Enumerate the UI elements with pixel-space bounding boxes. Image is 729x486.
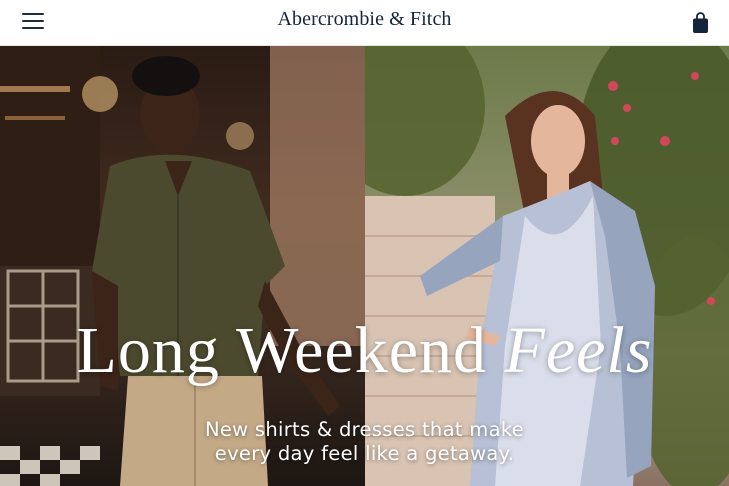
hero-subtext: New shirts & dresses that make every day… [0, 418, 729, 467]
hero-headline-accent: Feels [504, 314, 653, 387]
brand-logo[interactable]: Abercrombie & Fitch [0, 8, 729, 31]
hero-headline-main: Long Weekend [76, 314, 505, 387]
hero-banner[interactable]: Long Weekend Feels New shirts & dresses … [0, 46, 729, 486]
hero-subtext-line2: every day feel like a getaway. [214, 442, 515, 466]
hero-subtext-line1: New shirts & dresses that make [204, 418, 525, 441]
hero-headline: Long Weekend Feels [0, 318, 729, 384]
shopping-bag-button[interactable] [692, 12, 709, 34]
site-header: Abercrombie & Fitch [0, 0, 729, 46]
shopping-bag-icon [693, 12, 708, 33]
